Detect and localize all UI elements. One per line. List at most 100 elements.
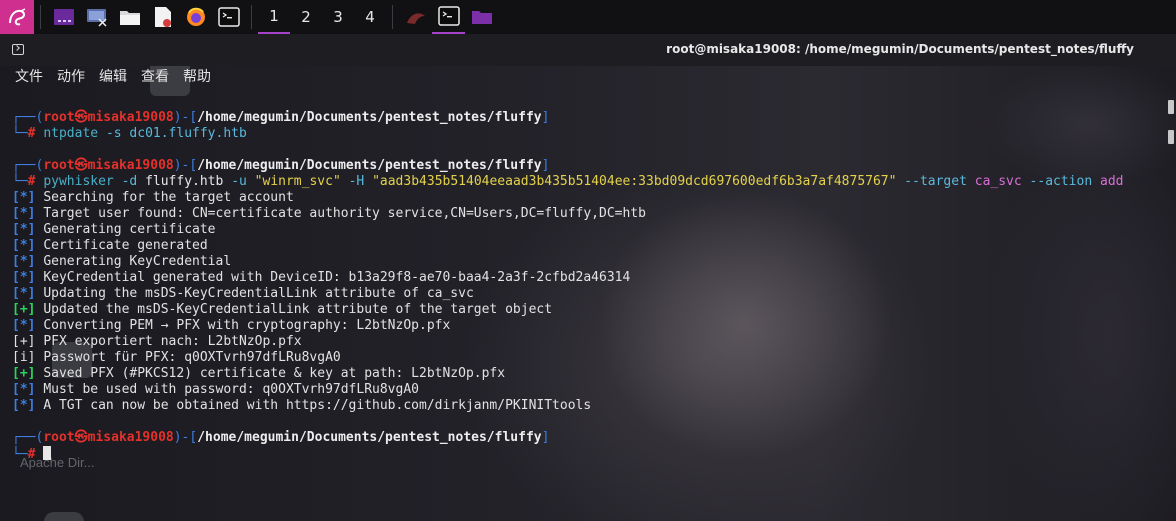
- terminal-window: Apache Dir... root@misaka19008: /home/me…: [0, 34, 1176, 521]
- output-status-tag: [+]: [12, 334, 36, 349]
- prompt-at: ㉿: [74, 158, 88, 173]
- prompt-at: ㉿: [74, 110, 88, 125]
- output-text: Converting PEM → PFX with cryptography: …: [43, 318, 451, 333]
- window-titlebar[interactable]: root@misaka19008: /home/megumin/Document…: [0, 34, 1176, 66]
- text-cursor: [43, 446, 52, 460]
- prompt-host: misaka19008: [87, 158, 174, 173]
- output-line: [*] A TGT can now be obtained with https…: [12, 398, 591, 414]
- terminal-icon: [217, 7, 240, 27]
- command-arg: add: [1100, 174, 1124, 189]
- workspace-manager-icon: [53, 9, 74, 25]
- prompt-path: /home/megumin/Documents/pentest_notes/fl…: [197, 430, 542, 445]
- command-flag: -d: [121, 174, 138, 189]
- scrollbar-marker: [1168, 130, 1174, 144]
- display-settings-icon: [86, 9, 107, 27]
- output-line: [*] Converting PEM → PFX with cryptograp…: [12, 318, 450, 334]
- output-line: [+] Updated the msDS-KeyCredentialLink a…: [12, 302, 552, 318]
- output-line: [*] Updating the msDS-KeyCredentialLink …: [12, 286, 474, 302]
- menu-help[interactable]: 帮助: [183, 66, 211, 92]
- workspace-4[interactable]: 4: [354, 0, 386, 34]
- command-flag: --target: [904, 174, 967, 189]
- dragon-window-icon: [406, 13, 425, 24]
- command-args: -s dc01.fluffy.htb: [105, 126, 247, 141]
- taskbar: 1 2 3 4: [0, 0, 1176, 34]
- terminal-launcher-button[interactable]: [212, 0, 245, 34]
- command-name: pywhisker: [43, 174, 114, 189]
- prompt-symbol: #: [27, 447, 36, 462]
- command-flag: -H: [348, 174, 365, 189]
- prompt-host: misaka19008: [87, 430, 174, 445]
- menu-edit[interactable]: 编辑: [99, 66, 127, 92]
- prompt-user: root: [43, 158, 75, 173]
- terminal-window-icon: [12, 44, 24, 55]
- folder-window-button[interactable]: [465, 0, 498, 34]
- menu-action[interactable]: 动作: [57, 66, 85, 92]
- output-status-tag: [*]: [12, 318, 36, 333]
- output-text: Searching for the target account: [43, 190, 294, 205]
- output-status-tag: [*]: [12, 398, 36, 413]
- workspace-manager-button[interactable]: [47, 0, 80, 34]
- output-text: Updating the msDS-KeyCredentialLink attr…: [43, 286, 474, 301]
- taskbar-separator: [251, 5, 252, 29]
- folder-icon: [471, 11, 492, 24]
- menu-view[interactable]: 查看: [141, 66, 169, 92]
- terminal-window-button[interactable]: [432, 0, 465, 34]
- output-status-tag: [*]: [12, 382, 36, 397]
- command-arg: ca_svc: [974, 174, 1022, 189]
- output-status-tag: [*]: [12, 222, 36, 237]
- output-status-tag: [*]: [12, 286, 36, 301]
- output-line: [*] Must be used with password: q0OXTvrh…: [12, 382, 419, 398]
- display-settings-button[interactable]: [80, 0, 113, 34]
- output-text: Target user found: CN=certificate author…: [43, 206, 646, 221]
- text-editor-icon: [154, 7, 171, 27]
- output-line: [*] Generating certificate: [12, 222, 216, 238]
- scrollbar-handle[interactable]: [1168, 100, 1174, 114]
- prompt-line: ┌──(root㉿misaka19008)-[/home/megumin/Doc…: [12, 430, 550, 445]
- prompt-at: ㉿: [74, 430, 88, 445]
- workspace-2[interactable]: 2: [290, 0, 322, 34]
- firefox-button[interactable]: [179, 0, 212, 34]
- output-text: Certificate generated: [43, 238, 208, 253]
- output-status-tag: [*]: [12, 190, 36, 205]
- workspace-1[interactable]: 1: [258, 0, 290, 34]
- output-status-tag: [i]: [12, 350, 36, 365]
- prompt-path: /home/megumin/Documents/pentest_notes/fl…: [197, 110, 542, 125]
- output-status-tag: [+]: [12, 366, 36, 381]
- command-flag: -u: [231, 174, 247, 189]
- command-name: ntpdate: [43, 126, 99, 141]
- output-text: Generating certificate: [43, 222, 216, 237]
- output-line: [+] PFX exportiert nach: L2btNzOp.pfx: [12, 334, 302, 350]
- output-status-tag: [*]: [12, 254, 36, 269]
- menu-file[interactable]: 文件: [15, 66, 43, 92]
- output-status-tag: [*]: [12, 270, 36, 285]
- output-line: [*] Generating KeyCredential: [12, 254, 231, 270]
- command-line[interactable]: └─#: [12, 446, 52, 463]
- menu-bar: 文件 动作 编辑 查看 帮助: [0, 66, 1176, 92]
- output-line: [*] Target user found: CN=certificate au…: [12, 206, 646, 222]
- output-line: [*] KeyCredential generated with DeviceI…: [12, 270, 630, 286]
- command-string: "aad3b435b51404eeaad3b435b51404ee:33bd09…: [372, 174, 897, 189]
- firefox-icon: [186, 7, 205, 26]
- output-line: [*] Certificate generated: [12, 238, 208, 254]
- output-line: [*] Searching for the target account: [12, 190, 294, 206]
- command-arg: fluffy.htb: [145, 174, 224, 189]
- output-status-tag: [+]: [12, 302, 36, 317]
- file-manager-button[interactable]: [113, 0, 146, 34]
- prompt-host: misaka19008: [87, 110, 174, 125]
- output-text: Saved PFX (#PKCS12) certificate & key at…: [43, 366, 506, 381]
- prompt-user: root: [43, 430, 75, 445]
- output-status-tag: [*]: [12, 238, 36, 253]
- workspace-3[interactable]: 3: [322, 0, 354, 34]
- command-string: "winrm_svc": [254, 174, 341, 189]
- command-line: └─# pywhisker -d fluffy.htb -u "winrm_sv…: [12, 174, 1124, 189]
- output-text: Generating KeyCredential: [43, 254, 232, 269]
- output-text: Updated the msDS-KeyCredentialLink attri…: [43, 302, 553, 317]
- window-title: root@misaka19008: /home/megumin/Document…: [666, 42, 1134, 56]
- output-text: Must be used with password: q0OXTvrh97df…: [43, 382, 419, 397]
- background-window-button[interactable]: [399, 0, 432, 34]
- kali-menu-button[interactable]: [0, 0, 34, 34]
- command-flag: --action: [1029, 174, 1093, 189]
- file-manager-icon: [119, 11, 140, 25]
- command-line: └─# ntpdate -s dc01.fluffy.htb: [12, 126, 247, 141]
- text-editor-button[interactable]: [146, 0, 179, 34]
